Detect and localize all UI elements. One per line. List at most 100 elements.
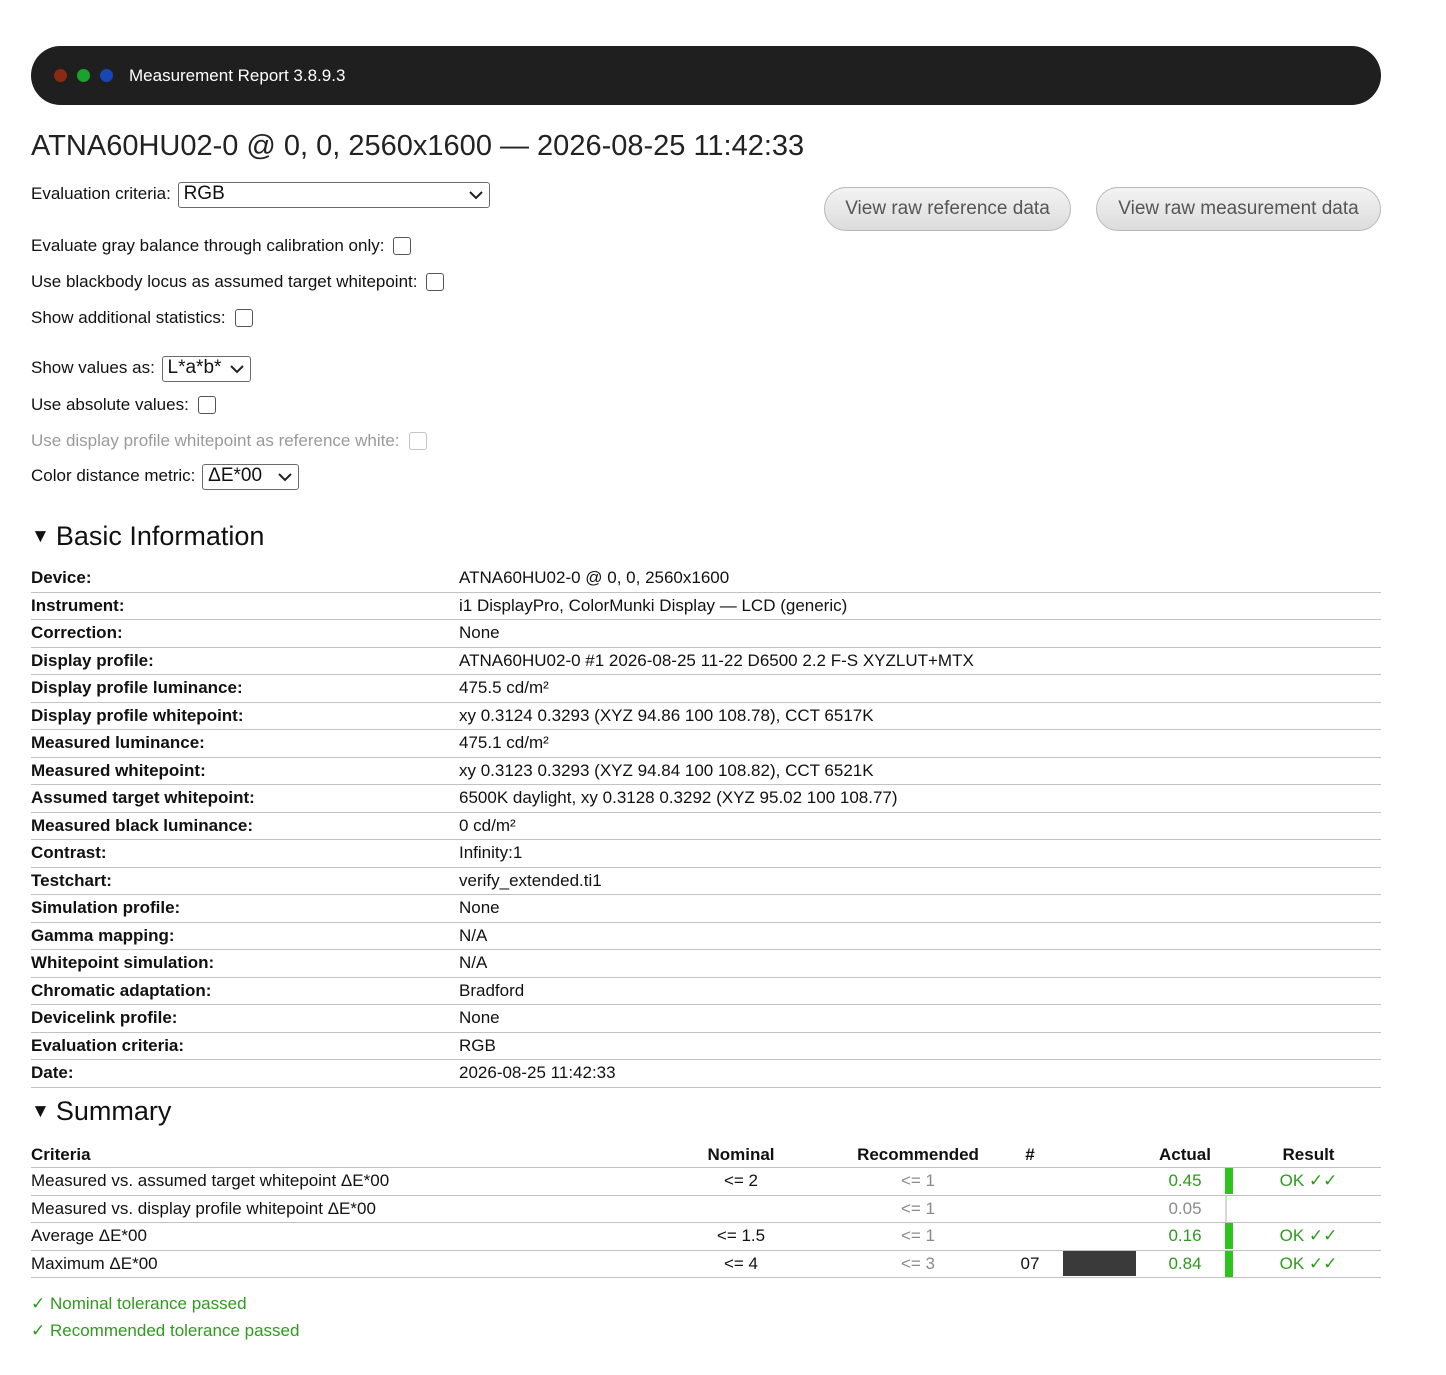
info-value: Bradford bbox=[459, 977, 1381, 1005]
maximize-window-dot[interactable] bbox=[77, 69, 90, 82]
result-column-header: Result bbox=[1236, 1140, 1381, 1168]
show-values-select[interactable]: L*a*b* bbox=[161, 355, 251, 382]
swatch-column-header bbox=[1055, 1140, 1145, 1168]
summary-table: Criteria Nominal Recommended # Actual Re… bbox=[31, 1140, 1381, 1278]
summary-patch-number bbox=[1005, 1195, 1055, 1223]
nominal-tolerance-passed: ✓ Nominal tolerance passed bbox=[31, 1294, 247, 1313]
evaluation-criteria-value: RGB bbox=[183, 182, 225, 204]
summary-actual: 0.05 bbox=[1145, 1195, 1225, 1223]
info-row: Display profile whitepoint: xy 0.3124 0.3… bbox=[31, 702, 1381, 730]
info-value: None bbox=[459, 1004, 1381, 1033]
info-row: Correction: None bbox=[31, 619, 1381, 648]
summary-swatch-cell bbox=[1055, 1222, 1145, 1251]
info-value: 0 cd/m² bbox=[459, 812, 1381, 840]
chevron-down-icon bbox=[229, 364, 244, 373]
info-value: N/A bbox=[459, 922, 1381, 950]
info-row: Date: 2026-08-25 11:42:33 bbox=[31, 1059, 1381, 1088]
basic-information-title: Basic Information bbox=[55, 521, 265, 551]
blackbody-label: Use blackbody locus as assumed target wh… bbox=[31, 272, 418, 291]
recommended-column-header: Recommended bbox=[831, 1140, 1005, 1168]
info-row: Display profile: ATNA60HU02-0 #1 2026-08-… bbox=[31, 647, 1381, 675]
evaluation-criteria-label: Evaluation criteria: bbox=[31, 184, 171, 203]
info-key: Date: bbox=[31, 1059, 459, 1088]
absolute-values-row: Use absolute values: bbox=[31, 392, 216, 418]
chevron-down-icon bbox=[278, 472, 292, 481]
summary-result: OK ✓✓ bbox=[1236, 1250, 1381, 1278]
info-value: 475.5 cd/m² bbox=[459, 674, 1381, 703]
info-row: Whitepoint simulation: N/A bbox=[31, 949, 1381, 978]
view-raw-measurement-button[interactable]: View raw measurement data bbox=[1096, 187, 1381, 231]
basic-information-heading[interactable]: ▼ Basic Information bbox=[31, 519, 264, 557]
info-key: Display profile whitepoint: bbox=[31, 702, 459, 730]
info-row: Measured black luminance: 0 cd/m² bbox=[31, 812, 1381, 840]
summary-row: Average ΔE*00 <= 1.5 <= 1 0.16 OK ✓✓ bbox=[31, 1222, 1381, 1251]
close-window-dot[interactable] bbox=[54, 69, 67, 82]
info-value: RGB bbox=[459, 1032, 1381, 1060]
actual-column-header: Actual bbox=[1145, 1140, 1225, 1168]
info-value: verify_extended.ti1 bbox=[459, 867, 1381, 895]
profile-whitepoint-checkbox bbox=[408, 431, 427, 450]
summary-status-bar-cell bbox=[1225, 1195, 1236, 1223]
color-distance-row: Color distance metric: ΔE*00 bbox=[31, 463, 300, 490]
summary-nominal: <= 1.5 bbox=[651, 1222, 831, 1251]
info-value: i1 DisplayPro, ColorMunki Display — LCD … bbox=[459, 592, 1381, 620]
info-value: 6500K daylight, xy 0.3128 0.3292 (XYZ 95… bbox=[459, 784, 1381, 813]
status-bar-column-header bbox=[1225, 1140, 1236, 1168]
number-column-header: # bbox=[1005, 1140, 1055, 1168]
gray-balance-label: Evaluate gray balance through calibratio… bbox=[31, 236, 385, 255]
profile-whitepoint-row: Use display profile whitepoint as refere… bbox=[31, 428, 427, 454]
summary-status-bar-cell bbox=[1225, 1250, 1236, 1278]
show-values-label: Show values as: bbox=[31, 358, 155, 377]
color-distance-value: ΔE*00 bbox=[208, 464, 263, 486]
summary-criteria: Measured vs. display profile whitepoint … bbox=[31, 1195, 651, 1223]
info-row: Measured luminance: 475.1 cd/m² bbox=[31, 729, 1381, 758]
color-distance-select[interactable]: ΔE*00 bbox=[202, 463, 300, 490]
collapse-triangle-icon[interactable]: ▼ bbox=[31, 1101, 50, 1122]
basic-information-table: Device: ATNA60HU02-0 @ 0, 0, 2560x1600 Ins… bbox=[31, 565, 1381, 1088]
summary-patch-number: 07 bbox=[1005, 1250, 1055, 1278]
evaluation-criteria-select[interactable]: RGB bbox=[177, 181, 490, 208]
info-key: Contrast: bbox=[31, 839, 459, 868]
window-titlebar: Measurement Report 3.8.9.3 bbox=[31, 46, 1381, 105]
color-distance-label: Color distance metric: bbox=[31, 466, 196, 485]
collapse-triangle-icon[interactable]: ▼ bbox=[31, 526, 50, 547]
summary-heading[interactable]: ▼ Summary bbox=[31, 1094, 171, 1132]
summary-actual: 0.45 bbox=[1145, 1167, 1225, 1196]
minimize-window-dot[interactable] bbox=[100, 69, 113, 82]
absolute-values-label: Use absolute values: bbox=[31, 395, 189, 414]
gray-balance-checkbox[interactable] bbox=[393, 236, 412, 255]
info-value: None bbox=[459, 894, 1381, 923]
summary-nominal: <= 4 bbox=[651, 1250, 831, 1278]
report-title: ATNA60HU02-0 @ 0, 0, 2560x1600 — 2026-08… bbox=[31, 130, 805, 162]
info-row: Device: ATNA60HU02-0 @ 0, 0, 2560x1600 bbox=[31, 565, 1381, 593]
info-key: Devicelink profile: bbox=[31, 1004, 459, 1033]
summary-row: Maximum ΔE*00 <= 4 <= 3 07 0.84 OK ✓✓ bbox=[31, 1250, 1381, 1278]
summary-recommended: <= 1 bbox=[831, 1222, 1005, 1251]
summary-swatch-cell bbox=[1055, 1250, 1145, 1278]
info-key: Measured whitepoint: bbox=[31, 757, 459, 785]
blackbody-checkbox[interactable] bbox=[426, 272, 445, 291]
info-key: Correction: bbox=[31, 619, 459, 648]
summary-actual: 0.16 bbox=[1145, 1222, 1225, 1251]
info-key: Measured luminance: bbox=[31, 729, 459, 758]
info-value: Infinity:1 bbox=[459, 839, 1381, 868]
summary-result bbox=[1236, 1195, 1381, 1223]
additional-stats-checkbox[interactable] bbox=[234, 308, 253, 327]
info-key: Measured black luminance: bbox=[31, 812, 459, 840]
summary-criteria: Average ΔE*00 bbox=[31, 1222, 651, 1251]
view-raw-reference-button[interactable]: View raw reference data bbox=[824, 187, 1071, 231]
status-bar bbox=[1225, 1223, 1233, 1250]
absolute-values-checkbox[interactable] bbox=[197, 395, 216, 414]
summary-swatch-cell bbox=[1055, 1167, 1145, 1196]
show-values-value: L*a*b* bbox=[167, 356, 222, 378]
blackbody-row: Use blackbody locus as assumed target wh… bbox=[31, 269, 445, 295]
profile-whitepoint-label: Use display profile whitepoint as refere… bbox=[31, 431, 400, 450]
info-value: xy 0.3124 0.3293 (XYZ 94.86 100 108.78),… bbox=[459, 702, 1381, 730]
summary-status-bar-cell bbox=[1225, 1222, 1236, 1251]
info-value: xy 0.3123 0.3293 (XYZ 94.84 100 108.82),… bbox=[459, 757, 1381, 785]
nominal-column-header: Nominal bbox=[651, 1140, 831, 1168]
info-row: Instrument: i1 DisplayPro, ColorMunki Dis… bbox=[31, 592, 1381, 620]
info-row: Evaluation criteria: RGB bbox=[31, 1032, 1381, 1060]
info-row: Gamma mapping: N/A bbox=[31, 922, 1381, 950]
summary-result: OK ✓✓ bbox=[1236, 1167, 1381, 1196]
